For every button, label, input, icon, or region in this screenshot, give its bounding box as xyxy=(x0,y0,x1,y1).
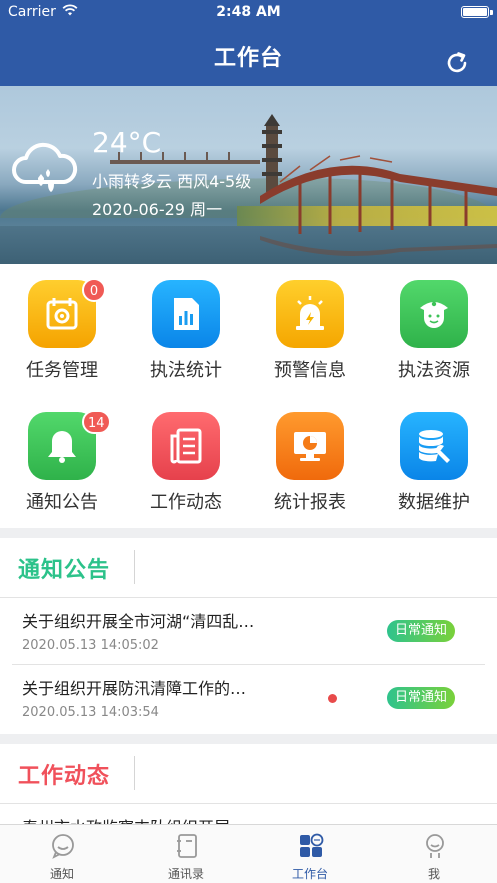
grid-item-label: 任务管理 xyxy=(26,360,98,381)
notice-badge: 14 xyxy=(82,410,111,434)
grid-item-data-maintenance[interactable]: 数据维护 xyxy=(372,396,496,516)
refresh-icon[interactable] xyxy=(444,50,470,76)
tab-me[interactable]: 我 xyxy=(372,825,496,883)
work-news-title: 泰州市水政监察支队组织开展 xyxy=(22,814,230,824)
chat-bubble-icon xyxy=(52,834,74,859)
grid-item-label: 统计报表 xyxy=(274,492,346,513)
grid-item-label: 预警信息 xyxy=(274,360,346,381)
section-divider xyxy=(134,550,135,584)
battery-icon xyxy=(461,6,493,18)
weather-banner: 24°C 小雨转多云 西风4-5级 2020-06-29 周一 xyxy=(0,86,497,264)
grid-item-work-news[interactable]: 工作动态 xyxy=(124,396,248,516)
function-grid: 0 任务管理 执法统计 预警信息 执法资源 14 通知公告 工作动态 统计报表 … xyxy=(0,264,497,528)
tab-label: 我 xyxy=(427,867,440,881)
grid-item-label: 执法统计 xyxy=(150,360,222,381)
work-news-section: 工作动态 泰州市水政监察支队组织开展 xyxy=(0,744,497,824)
cloud-rain-icon xyxy=(12,142,78,192)
page-title: 工作台 xyxy=(213,46,283,71)
notices-section-title: 通知公告 xyxy=(18,558,111,583)
alarm-light-icon xyxy=(276,280,344,348)
notice-tag: 日常通知 xyxy=(386,687,455,709)
unread-dot xyxy=(328,694,337,703)
clock: 2:48 AM xyxy=(216,4,281,20)
address-book-icon xyxy=(177,834,197,858)
section-divider xyxy=(134,756,135,790)
database-wrench-icon xyxy=(400,412,468,480)
grid-item-enforcement-resources[interactable]: 执法资源 xyxy=(372,264,496,384)
officer-icon xyxy=(400,280,468,348)
tab-contacts[interactable]: 通讯录 xyxy=(124,825,248,883)
temperature: 24°C xyxy=(92,126,162,159)
work-news-section-title: 工作动态 xyxy=(18,764,111,789)
notice-item[interactable]: 关于组织开展防汛清障工作的… 2020.05.13 14:03:54 日常通知 xyxy=(12,665,485,733)
notice-title: 关于组织开展全市河湖“清四乱… xyxy=(22,612,255,631)
notices-section-header: 通知公告 xyxy=(0,538,497,598)
grid-item-task-management[interactable]: 0 任务管理 xyxy=(0,264,124,384)
nav-bar: 工作台 xyxy=(0,24,497,86)
notice-time: 2020.05.13 14:03:54 xyxy=(22,705,159,720)
grid-item-label: 工作动态 xyxy=(150,492,222,513)
grid-item-label: 通知公告 xyxy=(26,492,98,513)
tab-label: 通讯录 xyxy=(167,867,204,881)
notice-item[interactable]: 关于组织开展全市河湖“清四乱… 2020.05.13 14:05:02 日常通知 xyxy=(12,598,485,666)
notice-title: 关于组织开展防汛清障工作的… xyxy=(22,679,247,698)
task-badge: 0 xyxy=(82,278,106,302)
notice-time: 2020.05.13 14:05:02 xyxy=(22,638,159,653)
grid-item-label: 数据维护 xyxy=(398,492,470,513)
work-news-item[interactable]: 泰州市水政监察支队组织开展 xyxy=(12,804,485,824)
tab-label: 通知 xyxy=(49,867,74,881)
grid-item-label: 执法资源 xyxy=(398,360,470,381)
work-news-section-header: 工作动态 xyxy=(0,744,497,804)
dashboard-grid-icon xyxy=(300,833,324,857)
grid-item-enforcement-statistics[interactable]: 执法统计 xyxy=(124,264,248,384)
news-doc-icon xyxy=(152,412,220,480)
tab-notify[interactable]: 通知 xyxy=(0,825,124,883)
grid-item-notices[interactable]: 14 通知公告 xyxy=(0,396,124,516)
statistics-doc-icon xyxy=(152,280,220,348)
weather-condition: 小雨转多云 西风4-5级 xyxy=(92,172,252,191)
person-icon xyxy=(426,834,444,858)
grid-item-alert-info[interactable]: 预警信息 xyxy=(248,264,372,384)
report-monitor-icon xyxy=(276,412,344,480)
tab-label: 工作台 xyxy=(291,867,328,881)
tab-workbench[interactable]: 工作台 xyxy=(248,825,372,883)
weather-date: 2020-06-29 周一 xyxy=(92,200,223,219)
grid-item-stat-reports[interactable]: 统计报表 xyxy=(248,396,372,516)
notices-section: 通知公告 关于组织开展全市河湖“清四乱… 2020.05.13 14:05:02… xyxy=(0,538,497,734)
tab-bar: 通知 通讯录 工作台 我 xyxy=(0,824,497,883)
status-bar: Carrier 2:48 AM xyxy=(0,0,497,24)
notice-tag: 日常通知 xyxy=(386,620,455,642)
